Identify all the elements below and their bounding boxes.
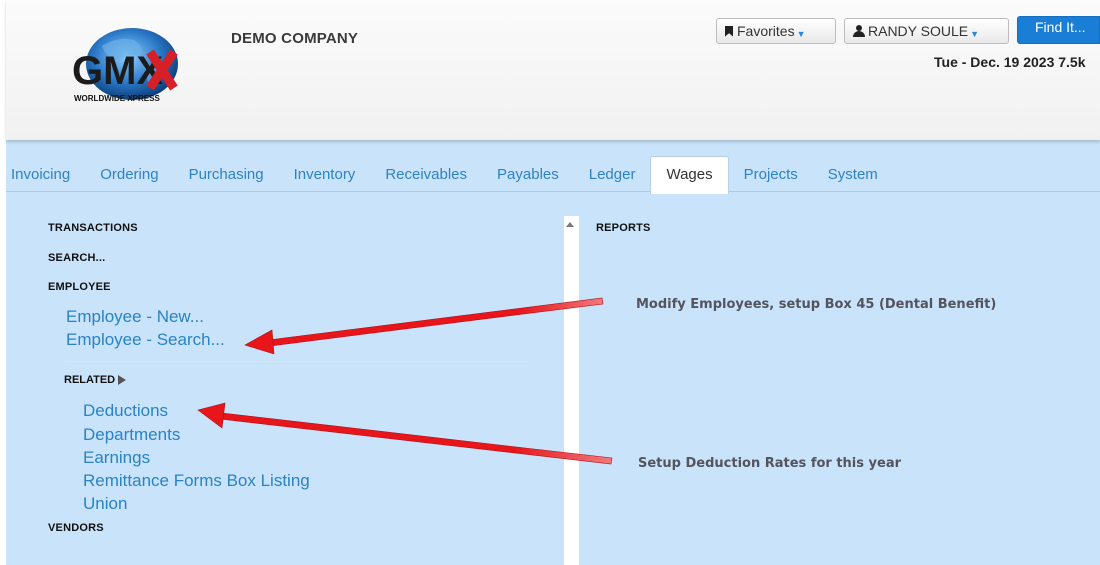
deductions-link[interactable]: Deductions: [83, 401, 168, 421]
earnings-link[interactable]: Earnings: [83, 448, 150, 468]
tab-inventory[interactable]: Inventory: [279, 157, 371, 191]
tab-ledger[interactable]: Ledger: [574, 157, 651, 191]
employees-annotation: Modify Employees, setup Box 45 (Dental B…: [636, 297, 997, 312]
favorites-button[interactable]: Favorites ▼: [716, 18, 836, 44]
company-logo[interactable]: GMX WORLDWIDE XPRESS: [62, 26, 202, 108]
tab-ordering[interactable]: Ordering: [85, 157, 173, 191]
tab-invoicing[interactable]: Invoicing: [6, 157, 85, 191]
user-label: RANDY SOULE: [868, 23, 969, 39]
tab-projects[interactable]: Projects: [729, 157, 813, 191]
caret-right-icon: [118, 375, 127, 385]
reports-heading[interactable]: REPORTS: [596, 222, 651, 234]
employee-search-link[interactable]: Employee - Search...: [66, 330, 225, 350]
tab-system[interactable]: System: [813, 157, 893, 191]
remittance-forms-box-listing-link[interactable]: Remittance Forms Box Listing: [83, 471, 310, 491]
favorites-label: Favorites: [737, 23, 795, 39]
union-link[interactable]: Union: [83, 494, 127, 514]
deductions-annotation: Setup Deduction Rates for this year: [638, 456, 902, 471]
transactions-heading[interactable]: TRANSACTIONS: [48, 222, 138, 234]
logo-tagline: WORLDWIDE XPRESS: [74, 94, 160, 103]
header-bar: GMX WORLDWIDE XPRESS DEMO COMPANY Favori…: [6, 0, 1100, 140]
vendors-heading[interactable]: VENDORS: [48, 522, 104, 534]
company-name: DEMO COMPANY: [231, 30, 359, 47]
chevron-down-icon: ▼: [970, 29, 980, 39]
tab-wages[interactable]: Wages: [650, 156, 729, 194]
employee-new-link[interactable]: Employee - New...: [66, 307, 204, 327]
module-tabs: Invoicing Ordering Purchasing Inventory …: [6, 156, 1100, 194]
related-toggle[interactable]: RELATED: [64, 374, 127, 386]
departments-link[interactable]: Departments: [83, 425, 180, 445]
tab-purchasing[interactable]: Purchasing: [174, 157, 279, 191]
related-label: RELATED: [64, 374, 116, 386]
bookmark-icon: [725, 25, 733, 37]
tab-payables[interactable]: Payables: [482, 157, 574, 191]
search-heading[interactable]: SEARCH...: [48, 252, 105, 264]
user-icon: [853, 25, 865, 37]
employee-heading[interactable]: EMPLOYEE: [48, 281, 111, 293]
scroll-up-icon[interactable]: [566, 222, 574, 227]
app-window: GMX WORLDWIDE XPRESS DEMO COMPANY Favori…: [6, 0, 1100, 565]
section-divider: [66, 361, 528, 362]
panel-scrollbar[interactable]: [564, 216, 579, 565]
tab-receivables[interactable]: Receivables: [370, 157, 482, 191]
chevron-down-icon: ▼: [796, 29, 806, 39]
find-it-button[interactable]: Find It...: [1017, 16, 1100, 44]
date-time-status: Tue - Dec. 19 2023 7.5k: [934, 54, 1086, 70]
user-menu-button[interactable]: RANDY SOULE ▼: [844, 18, 1009, 44]
